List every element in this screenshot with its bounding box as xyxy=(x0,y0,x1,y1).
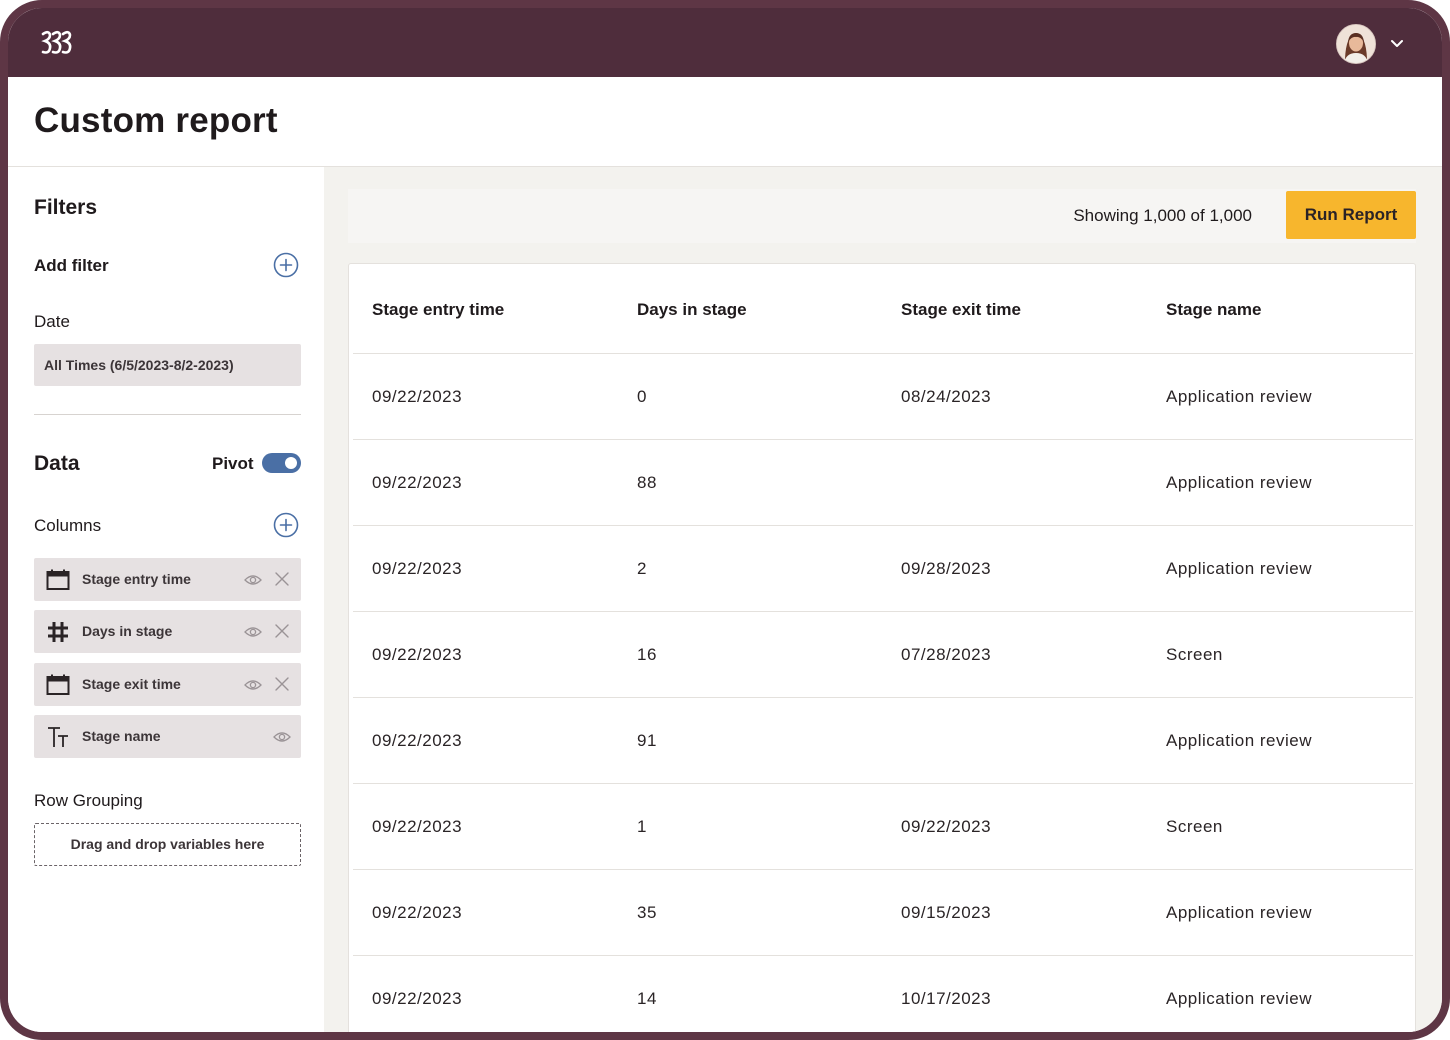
column-item-label: Stage exit time xyxy=(82,676,181,692)
column-header[interactable]: Stage entry time xyxy=(372,264,504,356)
table-cell: 09/22/2023 xyxy=(372,559,463,578)
table-cell: 09/22/2023 xyxy=(372,387,463,406)
table-cell: Screen xyxy=(1166,817,1223,836)
table-cell: 0 xyxy=(637,387,647,406)
calendar-icon xyxy=(46,674,70,695)
table-cell: 09/22/2023 xyxy=(372,731,463,750)
table-header-row: Stage entry time Days in stage Stage exi… xyxy=(353,264,1413,354)
remove-column-close-icon[interactable] xyxy=(275,572,289,586)
table-row: 09/22/2023 2 09/28/2023 Application revi… xyxy=(353,526,1413,612)
table-cell: 09/22/2023 xyxy=(372,645,463,664)
table-cell: 16 xyxy=(637,645,657,664)
table-cell: 07/28/2023 xyxy=(901,645,992,664)
column-item-label: Stage name xyxy=(82,728,161,744)
row-grouping-label: Row Grouping xyxy=(34,791,143,810)
remove-column-close-icon[interactable] xyxy=(275,677,289,691)
user-avatar[interactable] xyxy=(1336,24,1376,64)
app-logo-icon[interactable] xyxy=(38,26,78,58)
table-cell: Application review xyxy=(1166,731,1313,750)
table-cell: 09/22/2023 xyxy=(901,817,992,836)
table-cell: Application review xyxy=(1166,903,1313,922)
table-cell: Application review xyxy=(1166,387,1313,406)
date-range-select[interactable]: All Times (6/5/2023-8/2-2023) xyxy=(34,344,301,386)
eye-icon[interactable] xyxy=(244,624,262,640)
run-report-button[interactable]: Run Report xyxy=(1286,191,1416,239)
column-item-days-in-stage[interactable]: Days in stage xyxy=(34,610,301,653)
table-row: 09/22/2023 14 10/17/2023 Application rev… xyxy=(353,956,1413,1032)
pivot-toggle[interactable] xyxy=(262,453,301,473)
add-filter-label: Add filter xyxy=(34,256,109,275)
table-cell: 08/24/2023 xyxy=(901,387,992,406)
column-item-stage-name[interactable]: Stage name xyxy=(34,715,301,758)
user-photo-icon xyxy=(1337,25,1375,63)
column-item-label: Stage entry time xyxy=(82,571,191,587)
row-count-text: Showing 1,000 of 1,000 xyxy=(1073,206,1252,225)
table-cell: Screen xyxy=(1166,645,1223,664)
table-cell: 09/22/2023 xyxy=(372,989,463,1008)
report-main: Showing 1,000 of 1,000 Run Report Stage … xyxy=(324,167,1442,1032)
table-row: 09/22/2023 35 09/15/2023 Application rev… xyxy=(353,870,1413,956)
page-header: Custom report xyxy=(8,77,1442,167)
pivot-label: Pivot xyxy=(212,454,254,473)
date-filter-label: Date xyxy=(34,312,70,331)
columns-label: Columns xyxy=(34,516,102,535)
table-cell: 09/22/2023 xyxy=(372,817,463,836)
chevron-down-icon[interactable] xyxy=(1388,34,1406,52)
table-row: 09/22/2023 91 Application review xyxy=(353,698,1413,784)
calendar-icon xyxy=(46,569,70,590)
row-grouping-dropzone[interactable]: Drag and drop variables here xyxy=(34,823,301,866)
eye-icon[interactable] xyxy=(244,677,262,693)
table-cell: Application review xyxy=(1166,559,1313,578)
page-title: Custom report xyxy=(34,101,278,140)
table-cell: 2 xyxy=(637,559,647,578)
table-row: 09/22/2023 0 08/24/2023 Application revi… xyxy=(353,354,1413,440)
add-filter-plus-icon[interactable] xyxy=(273,252,299,278)
hash-icon xyxy=(48,622,68,642)
table-cell: 14 xyxy=(637,989,657,1008)
column-header[interactable]: Stage exit time xyxy=(901,264,1021,356)
filters-heading: Filters xyxy=(34,196,98,219)
report-toolbar: Showing 1,000 of 1,000 Run Report xyxy=(348,189,1416,243)
table-cell: 35 xyxy=(637,903,657,922)
table-cell: Application review xyxy=(1166,473,1313,492)
table-row: 09/22/2023 88 Application review xyxy=(353,440,1413,526)
table-cell: 09/15/2023 xyxy=(901,903,992,922)
data-heading: Data xyxy=(34,452,80,475)
table-cell: Application review xyxy=(1166,989,1313,1008)
table-cell: 91 xyxy=(637,731,657,750)
sidebar-divider xyxy=(34,414,301,415)
column-item-stage-exit-time[interactable]: Stage exit time xyxy=(34,663,301,706)
table-cell: 1 xyxy=(637,817,647,836)
column-header[interactable]: Days in stage xyxy=(637,264,747,356)
table-cell: 09/28/2023 xyxy=(901,559,992,578)
eye-icon[interactable] xyxy=(273,729,291,745)
report-table: Stage entry time Days in stage Stage exi… xyxy=(348,263,1416,1032)
eye-icon[interactable] xyxy=(244,572,262,588)
column-header[interactable]: Stage name xyxy=(1166,264,1261,356)
top-navigation-bar xyxy=(8,8,1442,77)
column-item-stage-entry-time[interactable]: Stage entry time xyxy=(34,558,301,601)
app-window: Custom report Filters Add filter Date Al… xyxy=(0,0,1450,1040)
table-cell: 88 xyxy=(637,473,657,492)
table-row: 09/22/2023 16 07/28/2023 Screen xyxy=(353,612,1413,698)
table-cell: 09/22/2023 xyxy=(372,903,463,922)
remove-column-close-icon[interactable] xyxy=(275,624,289,638)
table-cell: 09/22/2023 xyxy=(372,473,463,492)
text-icon xyxy=(48,727,68,747)
add-column-plus-icon[interactable] xyxy=(273,512,299,538)
table-row: 09/22/2023 1 09/22/2023 Screen xyxy=(353,784,1413,870)
table-cell: 10/17/2023 xyxy=(901,989,992,1008)
column-item-label: Days in stage xyxy=(82,623,173,639)
report-sidebar: Filters Add filter Date All Times (6/5/2… xyxy=(8,167,324,1032)
toggle-knob xyxy=(285,457,297,469)
